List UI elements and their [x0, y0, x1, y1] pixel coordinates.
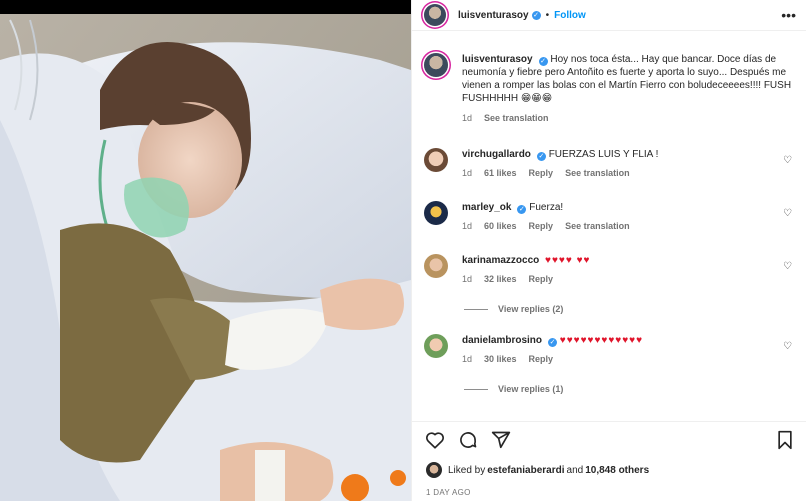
caption-time: 1d	[462, 113, 473, 123]
verified-badge-icon: ✓	[517, 205, 527, 214]
comment-text: FUERZAS LUIS Y FLIA !	[548, 149, 659, 160]
post-photo[interactable]	[0, 0, 411, 501]
author-username[interactable]: luisventurasoy	[458, 10, 529, 21]
commenter-username[interactable]: karinamazzocco	[462, 255, 539, 266]
more-options-icon[interactable]: •••	[781, 7, 796, 23]
comment-heart-icon[interactable]: ♡	[783, 155, 792, 166]
bookmark-icon[interactable]	[774, 429, 796, 451]
comment-time: 1d	[462, 354, 473, 364]
comment-time: 1d	[462, 274, 473, 284]
comment-heart-icon[interactable]: ♡	[783, 208, 792, 219]
view-replies-label[interactable]: View replies (2)	[498, 304, 563, 314]
commenter-avatar[interactable]	[424, 201, 448, 225]
comment-time: 1d	[462, 221, 473, 231]
likes-count[interactable]: 10,848 others	[585, 465, 649, 476]
verified-badge-icon: ✓	[536, 152, 546, 161]
share-icon[interactable]	[490, 429, 512, 451]
view-replies-button[interactable]: View replies (1)	[464, 384, 563, 394]
reply-button[interactable]: Reply	[529, 220, 554, 233]
commenter-username[interactable]: virchugallardo	[462, 149, 531, 160]
liker-avatar[interactable]	[426, 462, 442, 478]
commenter-avatar[interactable]	[424, 254, 448, 278]
comment-likes[interactable]: 32 likes	[484, 273, 517, 286]
comment-text: ♥♥♥♥ ♥♥	[545, 255, 591, 266]
verified-badge-icon: ✓	[531, 10, 541, 20]
likes-prefix: Liked by	[448, 464, 486, 476]
caption-row: luisventurasoy ✓ Hoy nos toca ésta... Hay…	[424, 53, 798, 125]
comment-likes[interactable]: 61 likes	[484, 167, 517, 180]
comment-text: Fuerza!	[529, 202, 564, 213]
post-header: luisventurasoy ✓ • Follow •••	[412, 0, 806, 31]
comment-icon[interactable]	[457, 429, 479, 451]
comment-row: virchugallardo ✓ FUERZAS LUIS Y FLIA ! 1d…	[424, 148, 798, 180]
comment-likes[interactable]: 30 likes	[484, 353, 517, 366]
reply-button[interactable]: Reply	[529, 353, 554, 366]
comment-heart-icon[interactable]: ♡	[783, 341, 792, 352]
commenter-username[interactable]: danielambrosino	[462, 335, 542, 346]
view-replies-label[interactable]: View replies (1)	[498, 384, 563, 394]
heart-icon[interactable]	[424, 429, 446, 451]
caption-avatar[interactable]	[424, 53, 448, 77]
post-date[interactable]: 1 DAY AGO	[426, 488, 471, 497]
verified-badge-icon: ✓	[538, 57, 548, 66]
caption-see-translation[interactable]: See translation	[484, 112, 549, 125]
comment-time: 1d	[462, 168, 473, 178]
comment-text: ♥♥♥♥♥♥♥♥♥♥♥♥	[559, 335, 644, 346]
replies-divider-line	[464, 308, 488, 310]
view-replies-button[interactable]: View replies (2)	[464, 304, 563, 314]
instagram-post-window: luisventurasoy ✓ • Follow ••• luisventur…	[0, 0, 806, 501]
replies-divider-line	[464, 388, 488, 390]
action-bar	[412, 421, 806, 457]
liker-username[interactable]: estefaniaberardi	[487, 465, 564, 476]
reply-button[interactable]: Reply	[529, 273, 554, 286]
verified-badge-icon: ✓	[548, 338, 558, 347]
reply-button[interactable]: Reply	[529, 167, 554, 180]
commenter-avatar[interactable]	[424, 148, 448, 172]
separator-dot: •	[545, 9, 550, 21]
comment-row: karinamazzocco ♥♥♥♥ ♥♥ 1d 32 likes Reply…	[424, 254, 798, 286]
comment-row: marley_ok ✓ Fuerza! 1d 60 likes Reply See…	[424, 201, 798, 233]
likes-summary: Liked by estefaniaberardi and 10,848 oth…	[426, 462, 649, 478]
photo-illustration	[0, 0, 411, 501]
see-translation-button[interactable]: See translation	[565, 167, 630, 180]
author-avatar[interactable]	[424, 4, 446, 26]
comment-likes[interactable]: 60 likes	[484, 220, 517, 233]
commenter-avatar[interactable]	[424, 334, 448, 358]
follow-button[interactable]: Follow	[554, 10, 586, 21]
commenter-username[interactable]: marley_ok	[462, 202, 511, 213]
likes-middle: and	[566, 464, 584, 476]
comment-heart-icon[interactable]: ♡	[783, 261, 792, 272]
comment-row: danielambrosino ✓ ♥♥♥♥♥♥♥♥♥♥♥♥ 1d 30 like…	[424, 334, 798, 366]
caption-username[interactable]: luisventurasoy	[462, 54, 533, 65]
see-translation-button[interactable]: See translation	[565, 220, 630, 233]
post-details-panel: luisventurasoy ✓ • Follow ••• luisventur…	[411, 0, 806, 501]
